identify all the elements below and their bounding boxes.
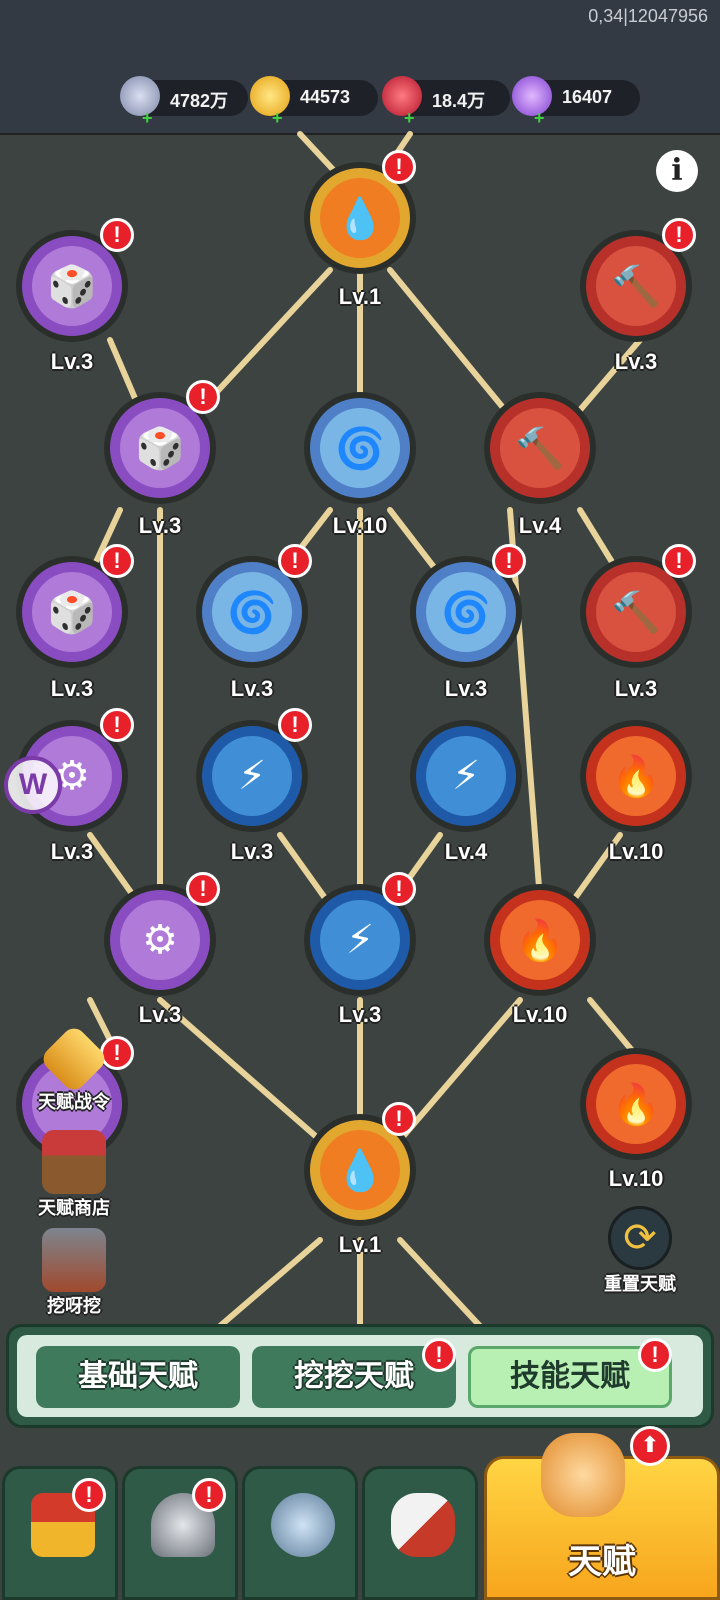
alert-badge: ! — [186, 380, 220, 414]
talent-node-flame[interactable]: 🔥 — [484, 884, 596, 996]
alert-badge: ! — [72, 1478, 106, 1512]
tab-basic-talent[interactable]: 基础天赋 — [36, 1346, 240, 1408]
talent-node-lightning[interactable]: ⚡ — [410, 720, 522, 832]
alert-badge: ! — [422, 1338, 456, 1372]
node-level: Lv.1 — [338, 284, 382, 309]
talent-node-tornado[interactable]: 🌀 — [304, 392, 416, 504]
dice-icon: 🎲 — [32, 246, 112, 326]
node-level: Lv.4 — [518, 513, 562, 538]
talent-pass-button[interactable]: 天赋战令 — [24, 1023, 124, 1114]
node-level: Lv.3 — [230, 839, 274, 864]
hammer-icon: 🔨 — [596, 246, 676, 326]
fire-drop-icon: 💧 — [320, 178, 400, 258]
fist-upgrade-icon — [541, 1433, 625, 1517]
tornado-icon: 🌀 — [426, 572, 506, 652]
node-level: Lv.3 — [50, 676, 94, 701]
node-level: Lv.3 — [614, 676, 658, 701]
crest-icon — [271, 1493, 335, 1557]
nav-talent-label: 天赋 — [568, 1543, 636, 1581]
spiked-ball-icon: ⚙ — [120, 900, 200, 980]
lightning-icon: ⚡ — [212, 736, 292, 816]
node-level: Lv.10 — [512, 1002, 568, 1027]
node-level: Lv.4 — [444, 839, 488, 864]
lightning-icon: ⚡ — [426, 736, 506, 816]
tornado-icon: 🌀 — [212, 572, 292, 652]
horn-icon — [391, 1493, 455, 1557]
dice-icon: 🎲 — [32, 572, 112, 652]
upgrade-arrow-icon: ⬆ — [630, 1426, 670, 1466]
node-level: Lv.3 — [50, 839, 94, 864]
dig-button[interactable]: 挖呀挖 — [24, 1228, 124, 1318]
alert-badge: ! — [278, 544, 312, 578]
node-level: Lv.10 — [332, 513, 388, 538]
overlay-watermark-logo[interactable]: W — [4, 756, 62, 814]
crest-icon — [38, 1023, 110, 1095]
alert-badge: ! — [186, 872, 220, 906]
fire-drop-icon: 💧 — [320, 1130, 400, 1210]
alert-badge: ! — [382, 150, 416, 184]
miner-icon — [42, 1228, 106, 1292]
alert-badge: ! — [100, 708, 134, 742]
alert-badge: ! — [278, 708, 312, 742]
tornado-icon: 🌀 — [320, 408, 400, 488]
hammer-icon: 🔨 — [596, 572, 676, 652]
node-level: Lv.10 — [608, 1166, 664, 1191]
node-level: Lv.3 — [138, 513, 182, 538]
flame-icon: 🔥 — [596, 736, 676, 816]
node-level: Lv.3 — [230, 676, 274, 701]
talent-node-flame[interactable]: 🔥 — [580, 1048, 692, 1160]
reset-talent-button[interactable]: ⟳ 重置天赋 — [590, 1206, 690, 1296]
node-level: Lv.3 — [614, 349, 658, 374]
flame-icon: 🔥 — [500, 900, 580, 980]
hammer-icon: 🔨 — [500, 408, 580, 488]
nav-horn[interactable] — [362, 1466, 478, 1600]
node-level: Lv.3 — [338, 1002, 382, 1027]
node-level: Lv.3 — [444, 676, 488, 701]
talent-shop-label: 天赋商店 — [38, 1198, 110, 1218]
dig-label: 挖呀挖 — [47, 1296, 101, 1316]
talent-shop-button[interactable]: 天赋商店 — [24, 1130, 124, 1220]
alert-badge: ! — [382, 1102, 416, 1136]
alert-badge: ! — [662, 218, 696, 252]
alert-badge: ! — [382, 872, 416, 906]
dice-icon: 🎲 — [120, 408, 200, 488]
refresh-icon: ⟳ — [608, 1206, 672, 1270]
node-level: Lv.1 — [338, 1232, 382, 1257]
node-level: Lv.10 — [608, 839, 664, 864]
alert-badge: ! — [492, 544, 526, 578]
nav-crest[interactable] — [242, 1466, 358, 1600]
node-level: Lv.3 — [50, 349, 94, 374]
alert-badge: ! — [192, 1478, 226, 1512]
talent-node-hammer[interactable]: 🔨 — [484, 392, 596, 504]
flame-icon: 🔥 — [596, 1064, 676, 1144]
nav-talent[interactable]: 天赋 — [484, 1433, 720, 1600]
shop-stall-icon — [42, 1130, 106, 1194]
alert-badge: ! — [662, 544, 696, 578]
alert-badge: ! — [100, 544, 134, 578]
alert-badge: ! — [100, 218, 134, 252]
talent-node-flame[interactable]: 🔥 — [580, 720, 692, 832]
alert-badge: ! — [638, 1338, 672, 1372]
reset-talent-label: 重置天赋 — [604, 1274, 676, 1294]
lightning-icon: ⚡ — [320, 900, 400, 980]
node-level: Lv.3 — [138, 1002, 182, 1027]
info-button[interactable]: i — [656, 150, 698, 192]
talent-pass-label: 天赋战令 — [38, 1092, 110, 1112]
